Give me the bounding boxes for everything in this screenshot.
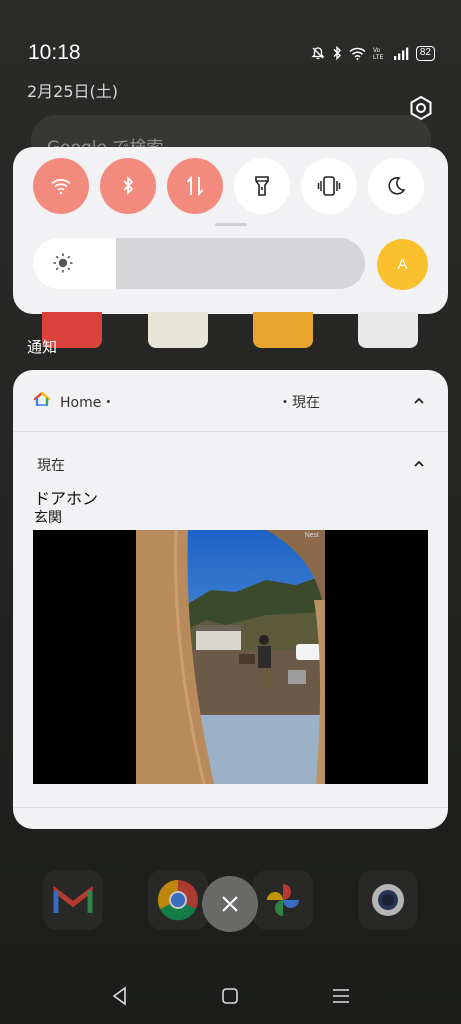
wifi-tile[interactable] (33, 158, 89, 214)
recents-menu-icon[interactable] (329, 984, 353, 1008)
divider (13, 807, 448, 808)
mobile-data-icon (186, 175, 204, 197)
moon-icon (388, 177, 406, 195)
wifi-icon (349, 47, 366, 60)
bluetooth-tile[interactable] (100, 158, 156, 214)
mute-bell-icon (311, 47, 325, 60)
volte-icon: VoLTE (373, 48, 384, 60)
home-icon[interactable] (218, 984, 242, 1008)
expand-chevron-icon[interactable] (412, 457, 426, 471)
quick-settings-panel: A (13, 147, 448, 314)
svg-text:Vo: Vo (373, 48, 381, 54)
date: 2月25日(土) (27, 82, 119, 101)
brightness-sun-icon (53, 253, 73, 273)
panel-drag-handle[interactable] (215, 223, 247, 226)
bluetooth-icon (123, 175, 134, 196)
close-icon (222, 896, 238, 912)
flashlight-icon (255, 176, 269, 196)
camera-watermark: Nest (304, 532, 319, 539)
camera-feed: Nest (136, 530, 325, 784)
gmail-app-icon[interactable] (43, 870, 103, 930)
status-bar: 10:18 Vo LTE 82 (28, 38, 435, 68)
notification-group-time: 現在 (37, 458, 65, 474)
app-icon-peek (358, 312, 418, 348)
photos-app-icon[interactable] (253, 870, 313, 930)
notification-subtitle: 玄関 (34, 510, 62, 526)
notification-card[interactable]: Home・ ・現在 現在 ドアホン 玄関 Nest (13, 370, 448, 829)
wifi-icon (51, 179, 71, 195)
notification-header[interactable]: Home・ ・現在 (13, 370, 448, 432)
pinwheel-icon (267, 884, 299, 916)
back-icon[interactable] (108, 984, 132, 1008)
notification-header-time: ・現在 (278, 395, 320, 411)
flashlight-tile[interactable] (234, 158, 290, 214)
chrome-app-icon[interactable] (148, 870, 208, 930)
navigation-bar (0, 984, 461, 1010)
vibrate-tile[interactable] (301, 158, 357, 214)
bluetooth-icon (333, 46, 341, 60)
chrome-icon (157, 879, 198, 921)
close-button[interactable] (202, 876, 258, 932)
svg-text:LTE: LTE (373, 55, 384, 60)
status-icons: Vo LTE 82 (311, 45, 435, 61)
mobile-data-tile[interactable] (167, 158, 223, 214)
collapse-chevron-icon[interactable] (412, 394, 426, 408)
app-icon-peek (253, 312, 313, 348)
vibrate-icon (317, 176, 341, 196)
brightness-slider[interactable] (33, 238, 365, 289)
camera-icon (372, 884, 404, 916)
notification-title: ドアホン (34, 489, 99, 508)
signal-icon (393, 47, 409, 60)
quick-settings-tiles (33, 158, 424, 214)
doorbell-camera-image[interactable]: Nest (33, 530, 428, 784)
battery-icon: 82 (415, 45, 435, 61)
google-home-icon (34, 392, 50, 406)
gmail-icon (53, 885, 93, 913)
do-not-disturb-tile[interactable] (368, 158, 424, 214)
app-icon-peek (148, 312, 208, 348)
clock: 10:18 (28, 41, 81, 64)
notification-app-name: Home・ (60, 395, 116, 411)
doorbell-scene-illustration (136, 530, 325, 784)
brightness-fill (33, 238, 116, 289)
auto-brightness-button[interactable]: A (377, 239, 428, 290)
camera-app-icon[interactable] (358, 870, 418, 930)
notifications-heading: 通知 (27, 338, 58, 356)
